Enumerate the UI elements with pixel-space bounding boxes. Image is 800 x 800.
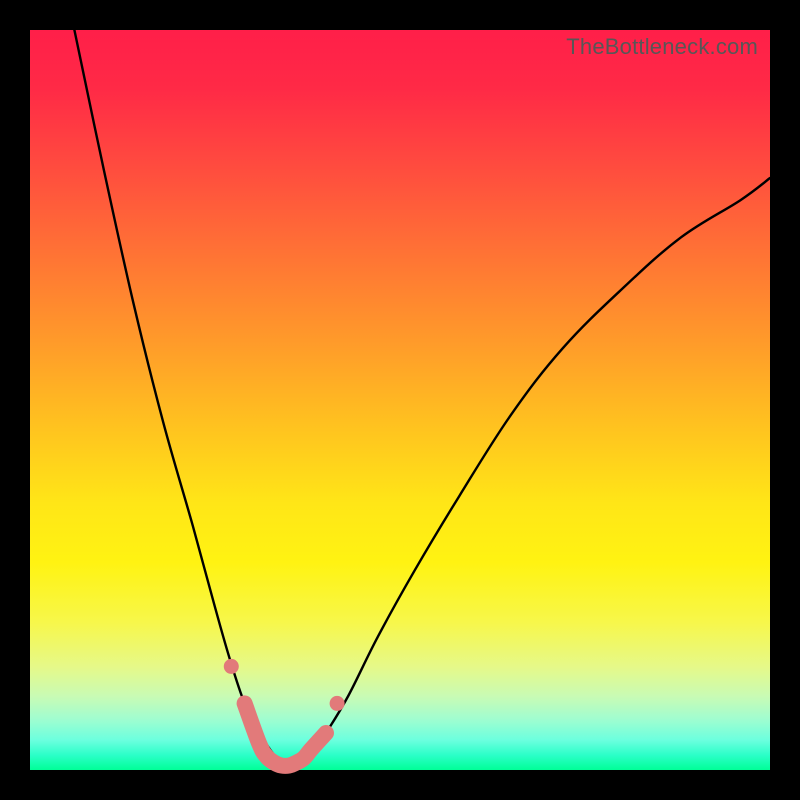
valley-emphasis xyxy=(224,659,345,766)
valley-dot-left xyxy=(224,659,239,674)
outer-frame: TheBottleneck.com xyxy=(0,0,800,800)
bottleneck-curve-line xyxy=(74,30,770,766)
bottleneck-chart xyxy=(30,30,770,770)
plot-area: TheBottleneck.com xyxy=(30,30,770,770)
valley-dot-right xyxy=(330,696,345,711)
valley-thick-segment xyxy=(245,703,326,766)
